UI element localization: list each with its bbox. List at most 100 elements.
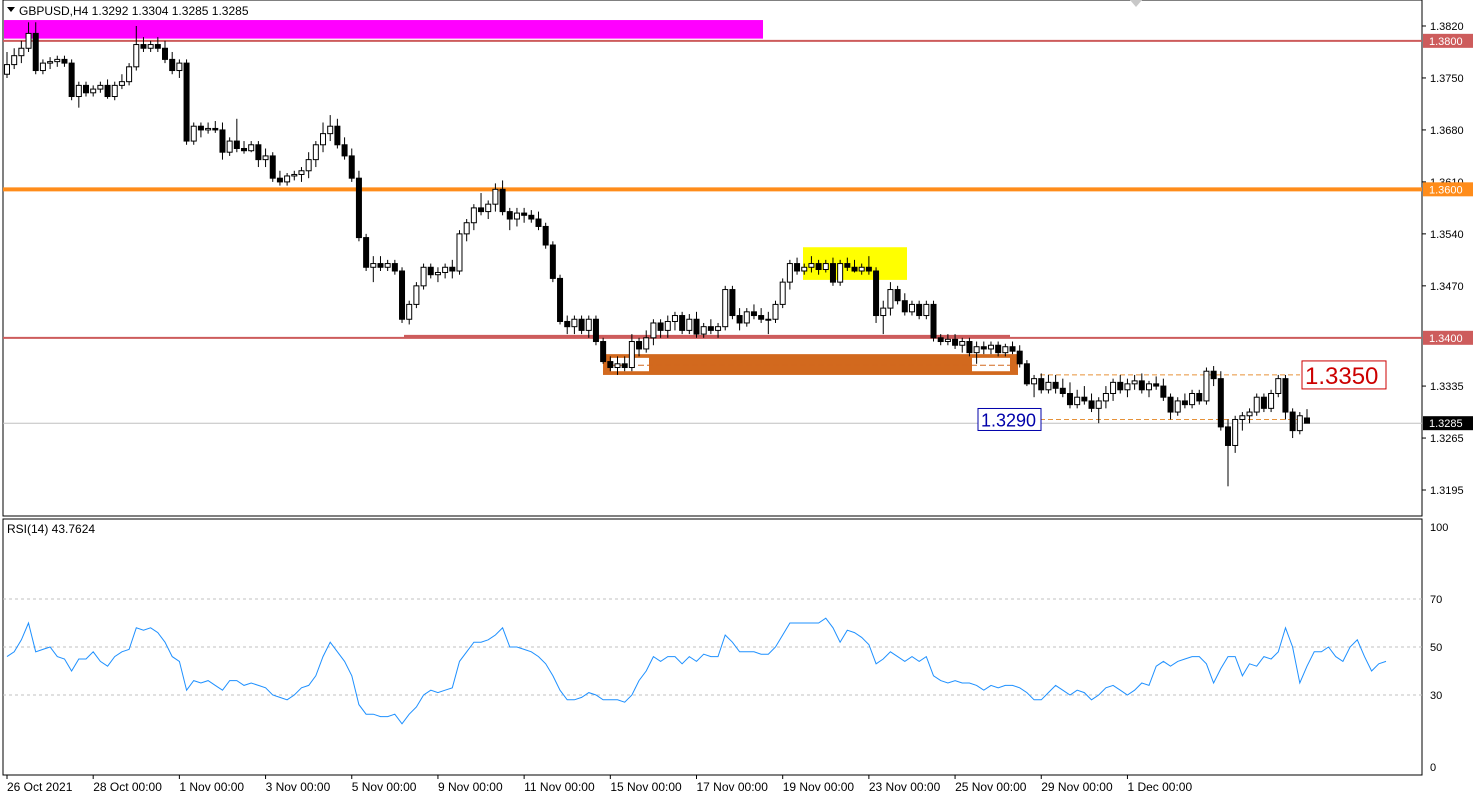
candle-body	[1016, 350, 1023, 365]
candle-body	[406, 303, 413, 320]
candle-body	[758, 315, 765, 320]
candle-body	[1095, 400, 1102, 409]
candle-body	[628, 341, 635, 369]
candle-body	[320, 133, 327, 146]
candle-body	[1224, 426, 1231, 446]
candle-body	[944, 338, 951, 343]
candle-body	[355, 177, 362, 239]
candle-body	[959, 341, 966, 346]
candle-body	[506, 211, 513, 220]
candle-body	[205, 127, 212, 131]
level-price-label: 1.3800	[1429, 36, 1463, 48]
candle-body	[837, 263, 844, 283]
time-tick-label: 11 Nov 00:00	[524, 780, 595, 794]
candle-body	[1102, 392, 1109, 402]
candle-body	[1181, 400, 1188, 406]
symbol-label: GBPUSD,H4 1.3292 1.3304 1.3285 1.3285	[19, 4, 249, 18]
candle-body	[97, 84, 104, 90]
candle-body	[39, 62, 46, 72]
candle-body	[894, 289, 901, 302]
candle-body	[456, 233, 463, 272]
candle-body	[305, 159, 312, 172]
level-price-label: 1.3600	[1429, 184, 1463, 196]
candle-body	[1117, 381, 1124, 391]
candle-body	[276, 177, 283, 183]
candle-body	[542, 225, 549, 246]
candle-body	[750, 311, 757, 317]
orange-zone	[603, 354, 1018, 375]
candle-body	[312, 144, 319, 161]
candle-body	[636, 341, 643, 350]
price-tick-label: 1.3195	[1430, 485, 1464, 497]
candle-body	[1088, 400, 1095, 409]
candle-body	[952, 338, 959, 346]
candle-body	[772, 303, 779, 320]
candle-body	[1059, 387, 1066, 394]
candle-body	[564, 320, 571, 328]
candle-body	[341, 144, 348, 157]
candle-body	[54, 58, 61, 63]
candle-body	[801, 266, 808, 272]
candle-body	[1189, 392, 1196, 406]
rsi-tick-label: 0	[1430, 762, 1436, 774]
candle-body	[226, 140, 233, 153]
candle-body	[1232, 418, 1239, 446]
candle-body	[873, 270, 880, 317]
candle-body	[600, 341, 607, 363]
candle-body	[377, 263, 384, 268]
candle-body	[535, 218, 542, 227]
candle-body	[980, 346, 987, 350]
target-lower-label: 1.3290	[981, 410, 1036, 430]
candle-body	[571, 318, 578, 328]
time-tick-label: 1 Dec 00:00	[1127, 780, 1192, 794]
candle-body	[1038, 378, 1045, 391]
candle-body	[1239, 415, 1246, 420]
time-tick-label: 29 Nov 00:00	[1041, 780, 1113, 794]
candle-body	[995, 344, 1002, 354]
candle-body	[370, 263, 377, 268]
candle-body	[1153, 383, 1160, 387]
candle-body	[1275, 378, 1282, 394]
candle-body	[865, 266, 872, 272]
candle-body	[4, 64, 10, 75]
candle-body	[1110, 381, 1117, 394]
candle-body	[255, 144, 262, 161]
candle-body	[75, 84, 82, 98]
candle-body	[68, 62, 75, 98]
rsi-tick-label: 50	[1430, 642, 1442, 654]
candle-body	[1253, 396, 1260, 413]
candle-body	[126, 66, 133, 83]
candle-body	[1282, 378, 1289, 413]
time-tick-label: 15 Nov 00:00	[610, 780, 682, 794]
candle-body	[1167, 396, 1174, 413]
candle-body	[111, 84, 118, 98]
candle-body	[233, 140, 240, 149]
candle-body	[679, 315, 686, 331]
candle-body	[25, 32, 32, 49]
candle-body	[334, 125, 341, 146]
price-tick-label: 1.3750	[1430, 73, 1464, 85]
candle-body	[176, 62, 183, 72]
candle-body	[1052, 381, 1059, 389]
candle-body	[1074, 396, 1081, 406]
candle-body	[607, 361, 614, 369]
candle-body	[937, 337, 944, 343]
candle-body	[736, 315, 743, 324]
candle-body	[413, 285, 420, 305]
target-upper-label: 1.3350	[1305, 363, 1378, 390]
candle-body	[140, 44, 147, 49]
candle-body	[671, 315, 678, 322]
candle-body	[118, 81, 125, 86]
candle-body	[1131, 380, 1138, 385]
candle-body	[384, 263, 391, 268]
time-tick-label: 26 Oct 2021	[7, 780, 73, 794]
price-tick-label: 1.3540	[1430, 229, 1464, 241]
candle-body	[291, 173, 298, 177]
candle-body	[133, 44, 140, 68]
price-tick-label: 1.3680	[1430, 125, 1464, 137]
candle-body	[248, 144, 255, 152]
candle-body	[434, 271, 441, 276]
candle-body	[348, 155, 355, 179]
candle-body	[420, 266, 427, 287]
candle-body	[262, 155, 269, 161]
